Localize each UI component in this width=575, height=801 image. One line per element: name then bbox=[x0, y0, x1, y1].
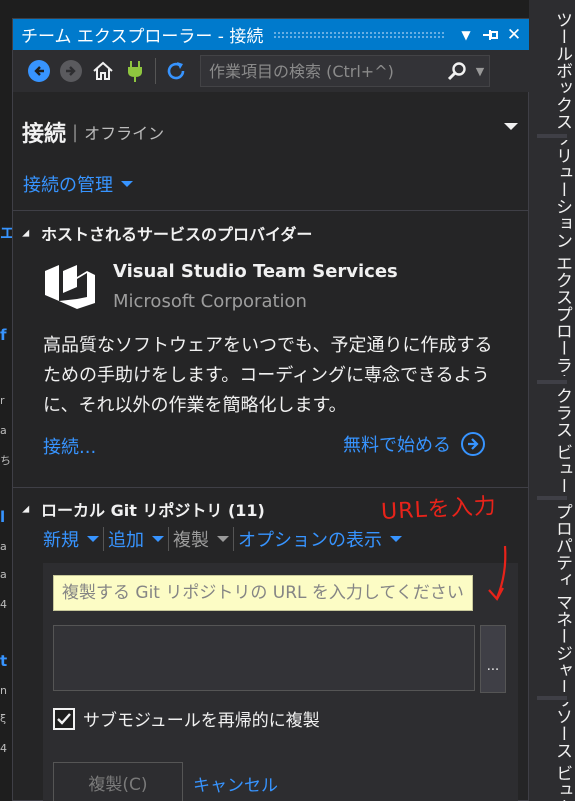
editor-fragment: l bbox=[0, 508, 6, 526]
editor-fragment: 4 bbox=[0, 742, 7, 755]
search-dropdown-icon[interactable]: ▼ bbox=[471, 65, 489, 78]
forward-arrow-icon bbox=[60, 60, 82, 82]
forward-button[interactable] bbox=[55, 55, 87, 87]
editor-fragment: f bbox=[0, 326, 7, 344]
window-menu-dropdown-icon[interactable]: ▼ bbox=[454, 19, 478, 50]
tab-separator bbox=[537, 496, 567, 500]
provider-name: Visual Studio Team Services bbox=[113, 261, 398, 282]
recursive-clone-option[interactable]: サブモジュールを再帰的に複製 bbox=[53, 706, 320, 731]
team-explorer-panel: チーム エクスプローラー - 接続 ▼ ✕ 作業項目の検索 (Ctrl+^) ▼… bbox=[12, 18, 530, 801]
refresh-icon bbox=[167, 62, 185, 80]
chevron-down-icon bbox=[87, 536, 99, 542]
toolbar-separator bbox=[155, 58, 156, 84]
editor-edge: エ f r a ち l a a 4 t n ξ 4 bbox=[0, 0, 12, 801]
connect-link[interactable]: 接続... bbox=[43, 433, 96, 459]
manage-connections-link[interactable]: 接続の管理 bbox=[23, 171, 133, 197]
local-path-field[interactable] bbox=[53, 625, 475, 691]
editor-fragment: a bbox=[0, 540, 7, 553]
title-separator: | bbox=[72, 121, 79, 143]
manage-connections-label: 接続の管理 bbox=[23, 175, 113, 196]
action-separator bbox=[233, 527, 234, 551]
page-menu-dropdown-icon[interactable] bbox=[504, 123, 518, 130]
editor-fragment: 4 bbox=[0, 598, 7, 611]
chevron-down-icon bbox=[121, 181, 133, 187]
editor-fragment: a bbox=[0, 424, 7, 437]
add-repo-button[interactable]: 追加 bbox=[108, 526, 164, 552]
tab-toolbox[interactable]: ツールボックス bbox=[529, 6, 575, 130]
chevron-down-icon bbox=[217, 536, 229, 542]
editor-fragment: n bbox=[0, 684, 7, 697]
close-icon[interactable]: ✕ bbox=[502, 19, 526, 50]
work-item-search[interactable]: ▼ bbox=[200, 55, 490, 87]
search-icon[interactable] bbox=[443, 61, 471, 81]
editor-fragment: ち bbox=[0, 454, 11, 467]
show-options-button[interactable]: オプションの表示 bbox=[238, 526, 402, 552]
collapse-triangle-icon bbox=[22, 505, 33, 516]
action-separator bbox=[168, 527, 169, 551]
tab-resource-view[interactable]: リソース ビュー bbox=[529, 702, 575, 801]
hosted-section-title: ホストされるサービスのプロバイダー bbox=[41, 225, 313, 244]
clone-button[interactable]: 複製(C) bbox=[53, 762, 183, 801]
recursive-clone-checkbox[interactable] bbox=[53, 707, 75, 730]
local-git-section-title: ローカル Git リポジトリ (11) bbox=[41, 501, 265, 520]
editor-fragment: r bbox=[0, 394, 5, 407]
connect-button[interactable] bbox=[119, 55, 151, 87]
new-repo-label: 新規 bbox=[43, 530, 79, 551]
editor-fragment: ξ bbox=[0, 712, 7, 725]
home-icon bbox=[93, 61, 113, 80]
tab-property-manager[interactable]: プロパティ マネージャー bbox=[529, 502, 575, 692]
page-subtitle: オフライン bbox=[84, 124, 165, 143]
handwritten-annotation: URLを入力 bbox=[380, 493, 498, 526]
page-header: 接続 | オフライン bbox=[13, 115, 530, 149]
get-started-free-link[interactable]: 無料で始める bbox=[343, 431, 485, 457]
git-action-bar: 新規 追加 複製 オプションの表示 bbox=[43, 526, 402, 552]
cancel-link[interactable]: キャンセル bbox=[193, 771, 278, 796]
home-button[interactable] bbox=[87, 55, 119, 87]
back-button[interactable] bbox=[23, 55, 55, 87]
annotation-arrow bbox=[488, 545, 507, 601]
toolbar: ▼ bbox=[13, 50, 530, 92]
panel-title: チーム エクスプローラー - 接続 bbox=[21, 27, 264, 47]
show-options-label: オプションの表示 bbox=[238, 530, 382, 551]
panel-titlebar[interactable]: チーム エクスプローラー - 接続 ▼ ✕ bbox=[13, 19, 530, 50]
drag-grip[interactable] bbox=[273, 30, 446, 39]
clone-form: ... サブモジュールを再帰的に複製 複製(C) キャンセル bbox=[43, 563, 518, 801]
tab-separator bbox=[537, 696, 567, 700]
pin-icon[interactable] bbox=[478, 19, 502, 50]
tab-solution-explorer[interactable]: ソリューション エクスプローラー bbox=[529, 140, 575, 376]
vsts-logo-icon bbox=[45, 265, 95, 309]
tab-separator bbox=[537, 380, 567, 384]
editor-fragment: エ bbox=[0, 224, 12, 242]
recursive-clone-label: サブモジュールを再帰的に複製 bbox=[83, 711, 320, 731]
provider-company: Microsoft Corporation bbox=[113, 291, 307, 312]
side-tool-tabs: ツールボックス ソリューション エクスプローラー クラス ビュー プロパティ マ… bbox=[529, 0, 575, 801]
browse-button[interactable]: ... bbox=[480, 625, 506, 693]
hosted-section-header[interactable]: ホストされるサービスのプロバイダー bbox=[21, 221, 312, 245]
arrow-right-circle-icon bbox=[461, 432, 485, 456]
add-repo-label: 追加 bbox=[108, 530, 144, 551]
action-separator bbox=[103, 527, 104, 551]
tab-separator bbox=[537, 134, 567, 138]
clone-repo-label: 複製 bbox=[173, 530, 209, 551]
editor-fragment: a bbox=[0, 568, 7, 581]
refresh-button[interactable] bbox=[160, 55, 192, 87]
local-git-section-header[interactable]: ローカル Git リポジトリ (11) bbox=[21, 497, 265, 521]
repo-url-input[interactable] bbox=[53, 575, 473, 611]
provider-description: 高品質なソフトウェアをいつでも、予定通りに作成するための手助けをします。コーディ… bbox=[43, 335, 493, 416]
page-title: 接続 bbox=[22, 122, 67, 147]
divider bbox=[13, 487, 530, 488]
plug-icon bbox=[128, 61, 142, 82]
editor-fragment: t bbox=[0, 652, 8, 670]
tab-class-view[interactable]: クラス ビュー bbox=[529, 386, 575, 492]
get-started-free-label: 無料で始める bbox=[343, 435, 451, 456]
clone-repo-button[interactable]: 複製 bbox=[173, 526, 229, 552]
chevron-down-icon bbox=[390, 536, 402, 542]
new-repo-button[interactable]: 新規 bbox=[43, 526, 99, 552]
search-input[interactable] bbox=[201, 61, 443, 81]
chevron-down-icon bbox=[152, 536, 164, 542]
collapse-triangle-icon bbox=[22, 229, 33, 240]
back-arrow-icon bbox=[28, 60, 50, 82]
divider bbox=[13, 210, 530, 211]
